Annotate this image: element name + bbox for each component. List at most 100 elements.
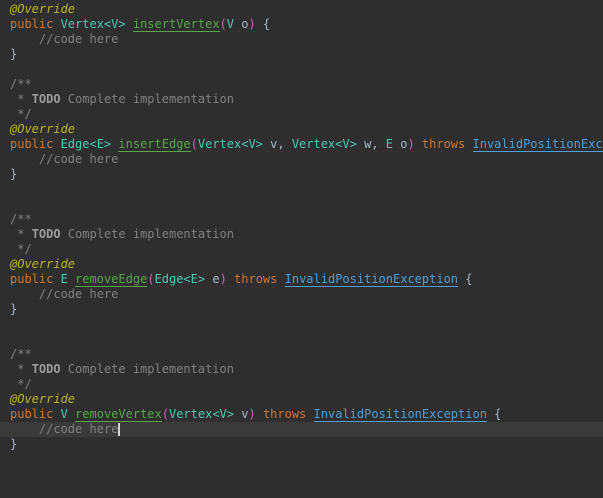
- code-token-def: v,: [262, 137, 292, 151]
- code-token-def: [256, 407, 263, 421]
- code-line: */: [0, 377, 603, 392]
- code-token-ann: @Override: [10, 257, 76, 271]
- code-token-com: /**: [10, 347, 32, 361]
- code-line: * TODO Complete implementation: [0, 362, 603, 377]
- code-line: * TODO Complete implementation: [0, 92, 603, 107]
- code-token-todo: TODO: [31, 227, 61, 241]
- code-token-com: //code here: [10, 152, 119, 166]
- code-token-kw: public: [10, 17, 61, 31]
- code-token-def: }: [10, 47, 18, 61]
- code-token-com: Complete implementation: [60, 227, 234, 241]
- code-token-mth: insertEdge: [118, 137, 191, 152]
- code-line: //code here: [0, 32, 603, 47]
- code-token-ann: @Override: [10, 122, 76, 136]
- code-token-def: {: [486, 407, 502, 421]
- code-token-typ: Vertex<V>: [197, 137, 263, 151]
- code-token-def: o: [392, 137, 408, 151]
- code-token-par: ): [248, 17, 256, 31]
- code-line: public Vertex<V> insertVertex(V o) {: [0, 17, 603, 32]
- code-token-par: ): [219, 272, 227, 286]
- code-token-par: (: [219, 17, 227, 31]
- code-token-def: w,: [356, 137, 386, 151]
- code-token-typ: Vertex<V>: [60, 17, 126, 31]
- code-line: @Override: [0, 2, 603, 17]
- code-token-kw: public: [10, 407, 61, 421]
- code-token-kw: throws: [234, 272, 278, 286]
- code-editor[interactable]: @Override public Vertex<V> insertVertex(V…: [0, 0, 603, 498]
- code-token-def: [415, 137, 422, 151]
- code-token-def: }: [10, 167, 18, 181]
- code-line: /**: [0, 77, 603, 92]
- code-token-def: [68, 407, 75, 421]
- code-token-com: *: [10, 362, 32, 376]
- code-line: * TODO Complete implementation: [0, 227, 603, 242]
- code-line: @Override: [0, 122, 603, 137]
- code-token-typ: Vertex<V>: [291, 137, 357, 151]
- code-token-todo: TODO: [31, 92, 61, 106]
- code-token-def: v: [234, 407, 249, 421]
- code-token-exc: InvalidPositionException: [313, 407, 487, 422]
- code-token-typ: Edge<E>: [154, 272, 206, 286]
- code-token-mth: removeVertex: [75, 407, 162, 422]
- code-token-kw: throws: [262, 407, 307, 421]
- code-token-exc: InvalidPositionException: [284, 272, 459, 287]
- code-token-com: //code here: [10, 32, 119, 46]
- code-line: }: [0, 167, 603, 182]
- code-line: /**: [0, 212, 603, 227]
- code-token-mth: removeEdge: [75, 272, 148, 287]
- code-token-def: [277, 272, 284, 286]
- code-line: }: [0, 437, 603, 452]
- code-line: }: [0, 302, 603, 317]
- code-token-com: /**: [10, 77, 32, 91]
- code-token-kw: throws: [421, 137, 466, 151]
- code-token-ann: @Override: [10, 2, 76, 16]
- code-token-mth: insertVertex: [132, 17, 220, 32]
- text-cursor-icon: [118, 423, 120, 436]
- code-token-kw: public: [10, 137, 61, 151]
- code-token-typ: V: [60, 407, 68, 421]
- code-token-com: */: [10, 377, 32, 391]
- code-token-com: //code here: [10, 422, 119, 436]
- code-token-typ: V: [226, 17, 235, 31]
- code-line: */: [0, 242, 603, 257]
- code-line: public E removeEdge(Edge<E> e) throws In…: [0, 272, 603, 287]
- code-token-com: //code here: [10, 287, 119, 301]
- code-token-typ: E: [385, 137, 393, 151]
- code-token-def: {: [458, 272, 473, 286]
- code-token-com: */: [10, 107, 32, 121]
- code-line: */: [0, 107, 603, 122]
- code-line: //code here: [0, 152, 603, 167]
- code-token-todo: TODO: [31, 362, 61, 376]
- code-token-com: *: [10, 92, 32, 106]
- code-token-com: /**: [10, 212, 32, 226]
- code-token-par: (: [147, 272, 155, 286]
- code-token-def: o: [234, 17, 249, 31]
- code-token-par: (: [161, 407, 169, 421]
- code-token-par: (: [190, 137, 198, 151]
- code-line: @Override: [0, 257, 603, 272]
- code-token-def: [465, 137, 472, 151]
- code-token-typ: Vertex<V>: [168, 407, 235, 421]
- code-token-def: e: [205, 272, 220, 286]
- code-token-com: */: [10, 242, 32, 256]
- code-token-def: {: [255, 17, 271, 31]
- code-token-def: }: [10, 437, 18, 451]
- code-line: public Edge<E> insertEdge(Vertex<V> v, V…: [0, 137, 603, 152]
- code-line: //code here: [0, 287, 603, 302]
- code-token-typ: Edge<E>: [60, 137, 112, 151]
- code-token-def: [126, 17, 133, 31]
- code-token-exc: InvalidPositionExcep: [472, 137, 603, 152]
- code-token-def: [306, 407, 313, 421]
- code-token-def: [227, 272, 234, 286]
- code-token-def: }: [10, 302, 18, 316]
- code-line: @Override: [0, 392, 603, 407]
- code-line: }: [0, 47, 603, 62]
- code-line: public V removeVertex(Vertex<V> v) throw…: [0, 407, 603, 422]
- code-token-par: ): [248, 407, 256, 421]
- code-line: /**: [0, 347, 603, 362]
- code-token-com: Complete implementation: [60, 92, 234, 106]
